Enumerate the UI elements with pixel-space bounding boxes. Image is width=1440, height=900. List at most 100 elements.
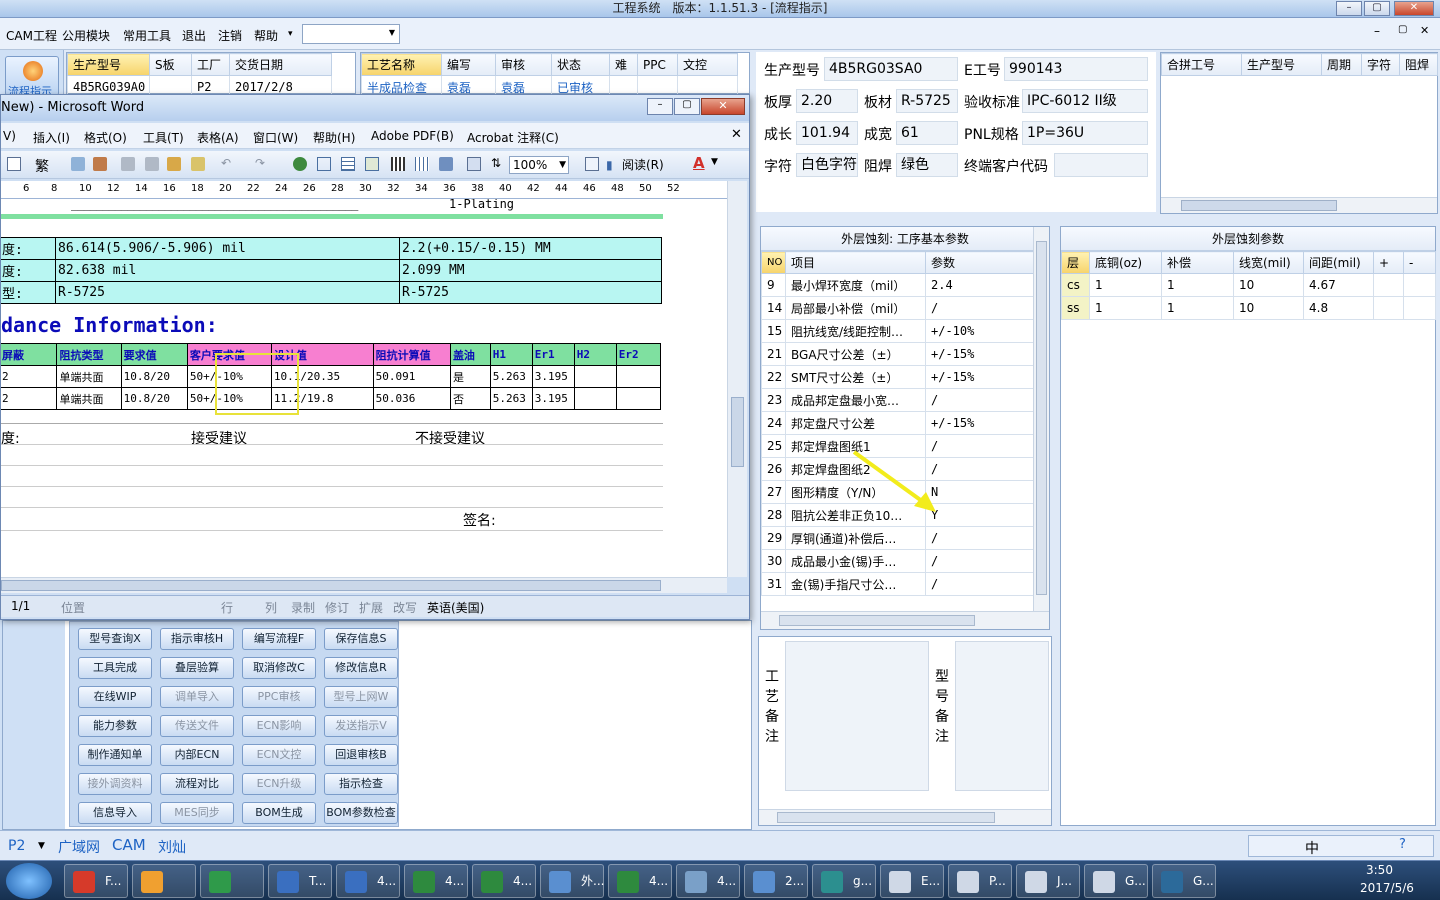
action-button[interactable]: ECN升级	[242, 773, 316, 795]
table-row[interactable]: 14 局部最小补偿（mil） /	[761, 296, 1034, 320]
cell[interactable]: ss	[1061, 296, 1090, 320]
scroll-thumb[interactable]	[1181, 200, 1337, 211]
action-button[interactable]: 取消修改C	[242, 657, 316, 679]
table-row[interactable]: 15 阻抗线宽/线距控制… +/-10%	[761, 319, 1034, 343]
maximize-button[interactable]: ▢	[1364, 1, 1390, 16]
col-delivery[interactable]: 交货日期	[229, 53, 332, 76]
table-row[interactable]: 21 BGA尺寸公差（±） +/-15%	[761, 342, 1034, 366]
table-row[interactable]: ss 1 1 10 4.8	[1061, 296, 1436, 320]
accept-std-field[interactable]: IPC-6012 II级	[1022, 89, 1148, 113]
taskbar-item[interactable]: P...	[948, 864, 1012, 898]
taskbar-item[interactable]: E...	[880, 864, 944, 898]
col-s-board[interactable]: S板	[149, 53, 192, 76]
start-button[interactable]	[6, 863, 52, 899]
cell[interactable]: 局部最小补偿（mil）	[785, 296, 926, 320]
factory-select[interactable]: P2	[8, 838, 25, 854]
cell[interactable]: 1	[1089, 296, 1162, 320]
cell[interactable]: /	[925, 572, 1034, 596]
col-base-cu[interactable]: 底铜(oz)	[1089, 251, 1162, 274]
menu-logout[interactable]: 注销	[218, 27, 242, 44]
cut-icon[interactable]	[121, 157, 135, 171]
cell[interactable]: 30	[761, 549, 786, 573]
taskbar-item[interactable]: G...	[1084, 864, 1148, 898]
remarks-hscroll[interactable]	[759, 809, 1051, 825]
mdi-close[interactable]: ✕	[1420, 24, 1429, 37]
menu-tools[interactable]: 常用工具	[123, 27, 171, 44]
insert-table-icon[interactable]	[341, 157, 355, 171]
action-button[interactable]: 指示检查	[324, 773, 398, 795]
cell[interactable]	[1403, 296, 1436, 320]
cell[interactable]: 23	[761, 388, 786, 412]
menu-help[interactable]: 帮助	[254, 27, 278, 44]
taskbar-item[interactable]: F...	[64, 864, 128, 898]
close-button[interactable]: ✕	[1394, 1, 1434, 16]
table-row[interactable]: 23 成品邦定盘最小宽… /	[761, 388, 1034, 412]
word-menu-help[interactable]: 帮助(H)	[313, 129, 355, 146]
clock-time[interactable]: 3:50	[1366, 863, 1393, 877]
action-button[interactable]: 型号查询X	[78, 628, 152, 650]
cell[interactable]: 27	[761, 480, 786, 504]
cell[interactable]: 28	[761, 503, 786, 527]
tab-user[interactable]: 刘灿	[158, 837, 186, 857]
cell[interactable]: 29	[761, 526, 786, 550]
drawing-icon[interactable]	[415, 157, 429, 171]
cell[interactable]: +/-10%	[925, 319, 1034, 343]
cell[interactable]	[1373, 273, 1404, 297]
zoom-select[interactable]: 100% ▼	[509, 156, 569, 174]
col-process-name[interactable]: 工艺名称	[361, 53, 442, 76]
cell[interactable]: 10	[1233, 273, 1304, 297]
col-spacing[interactable]: 间距(mil)	[1303, 251, 1374, 274]
material-field[interactable]: R-5725	[896, 89, 958, 113]
toolbar-dropdown[interactable]: ▼	[302, 24, 400, 44]
cell[interactable]: 2.4	[925, 273, 1034, 297]
word-menu-insert[interactable]: 插入(I)	[33, 129, 70, 146]
taskbar-item[interactable]: 4...	[404, 864, 468, 898]
taskbar-item[interactable]: 外...	[540, 864, 604, 898]
mdi-minimize[interactable]: –	[1374, 24, 1380, 38]
cell[interactable]: 31	[761, 572, 786, 596]
action-button[interactable]: BOM参数检查	[324, 802, 398, 824]
taskbar-item[interactable]: 4...	[676, 864, 740, 898]
columns-icon[interactable]	[391, 157, 405, 171]
action-button[interactable]: 在线WIP	[78, 686, 152, 708]
merge-hscroll[interactable]	[1161, 197, 1437, 213]
action-button[interactable]: 传送文件	[160, 715, 234, 737]
action-button[interactable]: PPC审核	[242, 686, 316, 708]
word-menu-table[interactable]: 表格(A)	[197, 129, 239, 146]
tables-borders-icon[interactable]	[317, 157, 331, 171]
cell[interactable]: 25	[761, 434, 786, 458]
ework-field[interactable]: 990143	[1004, 57, 1148, 81]
cell[interactable]: 15	[761, 319, 786, 343]
traditional-chinese-button[interactable]: 繁	[35, 156, 49, 176]
col-layer[interactable]: 层	[1061, 251, 1090, 274]
table-row[interactable]: 30 成品最小金(锡)手… /	[761, 549, 1034, 573]
col-reviewer[interactable]: 审核	[495, 53, 552, 76]
col-plus[interactable]: +	[1373, 251, 1404, 274]
cell[interactable]: 1	[1089, 273, 1162, 297]
taskbar-item[interactable]	[200, 864, 264, 898]
cell[interactable]: /	[925, 388, 1034, 412]
cell[interactable]: /	[925, 296, 1034, 320]
col-merge-model[interactable]: 生产型号	[1241, 53, 1322, 76]
format-painter-icon[interactable]	[191, 157, 205, 171]
copy-icon[interactable]	[145, 157, 159, 171]
action-button[interactable]: 修改信息R	[324, 657, 398, 679]
menu-public[interactable]: 公用模块	[62, 27, 110, 44]
word-minimize-button[interactable]: –	[647, 98, 673, 115]
cell[interactable]: 14	[761, 296, 786, 320]
word-vscroll[interactable]	[727, 181, 747, 577]
word-menu-view[interactable]: V)	[3, 129, 16, 143]
char-field[interactable]: 白色字符	[796, 153, 858, 177]
customer-field[interactable]	[1054, 153, 1148, 177]
word-doc-close-icon[interactable]: ✕	[731, 127, 742, 142]
cell[interactable]: 1	[1161, 296, 1234, 320]
table-row[interactable]: 24 邦定盘尺寸公差 +/-15%	[761, 411, 1034, 435]
document-map-icon[interactable]	[439, 157, 453, 171]
taskbar-item[interactable]	[132, 864, 196, 898]
action-button[interactable]: 信息导入	[78, 802, 152, 824]
status-language[interactable]: 英语(美国)	[427, 599, 484, 616]
col-ppc[interactable]: PPC	[637, 53, 678, 76]
action-button[interactable]: 发送指示V	[324, 715, 398, 737]
cell[interactable]: 9	[761, 273, 786, 297]
taskbar-item[interactable]: T...	[268, 864, 332, 898]
